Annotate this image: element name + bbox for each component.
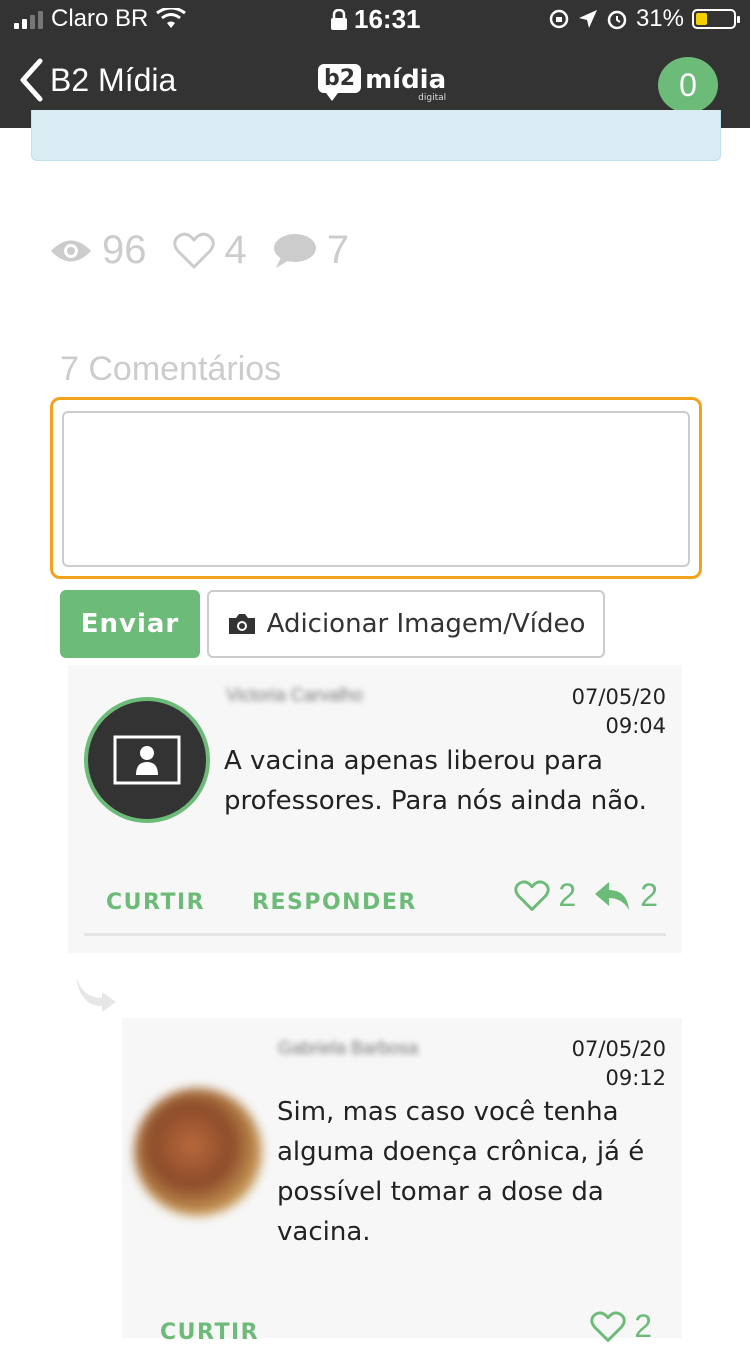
avatar <box>84 697 210 823</box>
comment-author: Victoria Carvalho <box>226 685 363 705</box>
heart-icon <box>514 879 551 911</box>
likes-count: 4 <box>224 228 247 272</box>
info-box <box>31 110 721 161</box>
comment-date: 07/05/20 <box>571 1037 666 1061</box>
chevron-left-icon <box>20 58 43 102</box>
comment-counts: 2 <box>590 1308 652 1345</box>
comment-counts: 2 2 <box>514 877 658 914</box>
avatar <box>134 1088 262 1216</box>
reply-card: Gabriela Barbosa 07/05/20 09:12 Sim, mas… <box>122 1018 682 1345</box>
comment-date: 07/05/20 <box>571 685 666 709</box>
logo-badge: b2 <box>318 64 362 101</box>
back-button[interactable]: B2 Mídia <box>18 58 176 102</box>
status-bar: Claro BR 16:31 31% <box>0 0 750 40</box>
carrier-label: Claro BR <box>51 5 149 32</box>
comments-title: 7 Comentários <box>60 350 282 388</box>
views-stat: 96 <box>50 228 147 273</box>
likes-stat: 4 <box>172 228 247 273</box>
comment-author: Gabriela Barbosa <box>278 1038 419 1058</box>
divider <box>84 933 666 936</box>
heart-icon <box>172 232 215 268</box>
signal-icon <box>14 9 43 29</box>
alarm-icon <box>607 10 627 30</box>
lock-icon <box>331 8 347 30</box>
heart-icon <box>590 1310 626 1342</box>
comment-timestamp: 07/05/20 09:04 <box>572 683 666 741</box>
comment-input[interactable] <box>62 411 690 567</box>
rotation-lock-icon <box>549 9 569 29</box>
like-button[interactable]: CURTIR <box>106 890 205 915</box>
send-button[interactable]: Enviar <box>60 590 200 658</box>
eye-icon <box>51 240 91 261</box>
comment-time: 09:12 <box>605 1066 666 1090</box>
comment-reply-count: 2 <box>640 877 658 913</box>
comment-input-wrapper <box>50 397 702 579</box>
add-media-label: Adicionar Imagem/Vídeo <box>266 609 586 639</box>
comment-like-count: 2 <box>634 1308 652 1344</box>
notification-badge[interactable]: 0 <box>658 57 718 113</box>
speech-bubble-icon <box>273 233 316 268</box>
battery-icon <box>692 9 740 29</box>
views-count: 96 <box>102 228 147 272</box>
location-icon <box>578 10 597 28</box>
wifi-icon <box>156 8 187 28</box>
camera-icon <box>228 614 255 634</box>
comment-text: Sim, mas caso você tenha alguma doença c… <box>277 1097 645 1247</box>
comment-like-count: 2 <box>558 877 577 913</box>
comment-card: Victoria Carvalho 07/05/20 09:04 A vacin… <box>68 665 682 953</box>
comments-count: 7 <box>326 228 349 272</box>
reply-button[interactable]: RESPONDER <box>252 890 417 915</box>
comment-time: 09:04 <box>605 714 666 738</box>
like-button[interactable]: CURTIR <box>160 1320 259 1345</box>
comment-text: A vacina apenas liberou para professores… <box>224 746 647 816</box>
logo-sub: digital <box>418 93 447 103</box>
app-logo: b2 mídia digital <box>318 64 447 103</box>
reply-indent-icon <box>76 976 116 1012</box>
user-placeholder-icon <box>113 735 181 785</box>
add-media-button[interactable]: Adicionar Imagem/Vídeo <box>207 590 605 658</box>
comments-stat: 7 <box>273 228 349 273</box>
post-stats: 96 4 7 <box>50 228 375 273</box>
comment-timestamp: 07/05/20 09:12 <box>572 1035 666 1093</box>
logo-word: mídia <box>365 65 447 95</box>
clock-time: 16:31 <box>354 4 421 34</box>
battery-percent: 31% <box>635 5 684 32</box>
reply-icon <box>595 881 630 910</box>
back-label: B2 Mídia <box>50 61 177 98</box>
